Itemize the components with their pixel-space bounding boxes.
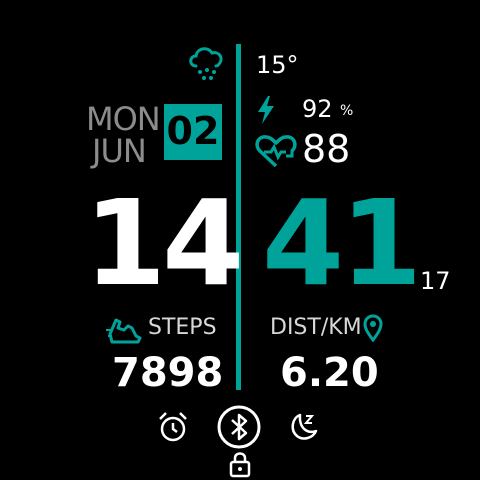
distance-value: 6.20 [280,350,379,396]
heart-rate-icon [255,135,297,168]
bluetooth-icon[interactable] [216,404,262,450]
battery-unit: % [340,103,354,119]
month: JUN [92,132,147,170]
lock-icon[interactable] [228,450,252,478]
battery-level: 92 [302,95,333,123]
running-shoe-icon [106,318,142,344]
day-of-month: 02 [166,109,220,153]
distance-label: DIST/KM [270,315,362,340]
bolt-icon [258,96,274,124]
time-seconds: 17 [420,267,451,295]
alarm-clock-icon[interactable] [156,410,190,444]
time-hours: 14 [84,174,244,312]
time-minutes: 41 [262,174,422,312]
steps-label: STEPS [148,315,217,340]
heart-rate-value: 88 [302,127,351,171]
steps-value: 7898 [112,350,224,396]
cloud-snow-icon [189,47,223,80]
location-pin-icon [363,314,383,342]
day-of-week: MON [86,100,161,138]
temperature: 15° [256,51,299,79]
moon-sleep-icon[interactable] [286,410,320,444]
